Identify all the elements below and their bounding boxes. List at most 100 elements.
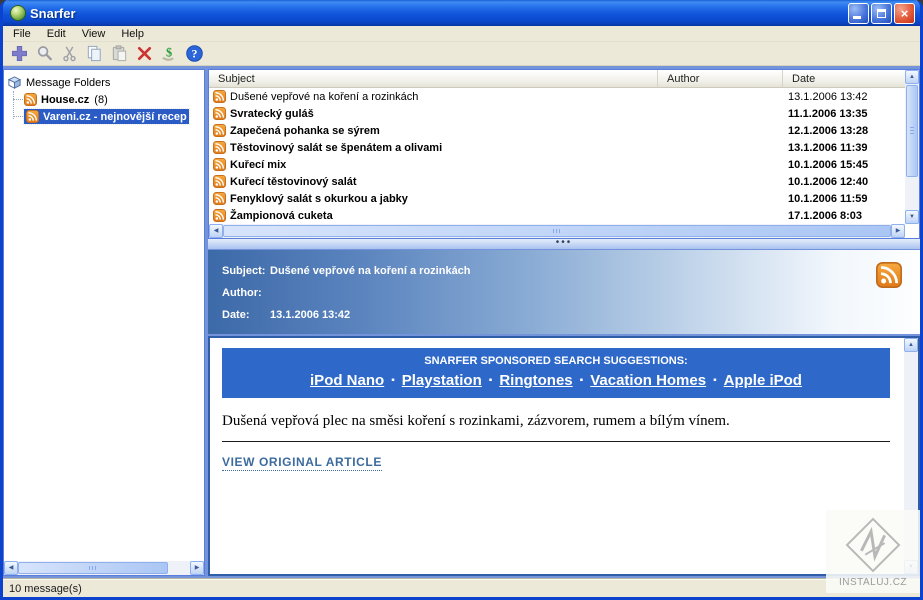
instaluj-diamond-icon [842, 514, 904, 576]
paste-icon[interactable] [108, 43, 130, 65]
column-header-date[interactable]: Date [783, 70, 905, 87]
donate-icon[interactable]: $ [158, 43, 180, 65]
folder-tree: Message Folders House.cz (8) Vareni.cz - n… [4, 70, 204, 561]
rss-item-icon [213, 107, 226, 120]
unread-count: (8) [94, 94, 107, 106]
sponsored-links: iPod Nano▪Playstation▪Ringtones▪Vacation… [226, 372, 886, 389]
close-button[interactable]: × [894, 3, 915, 24]
tree-root-message-folders[interactable]: Message Folders [4, 74, 204, 91]
sponsored-link-ringtones[interactable]: Ringtones [499, 372, 572, 389]
message-row[interactable]: Kuřecí mix 10.1.2006 15:45 [209, 156, 905, 173]
folders-box-icon [7, 75, 22, 90]
message-row[interactable]: Fenyklový salát s okurkou a jabky10.1.20… [209, 190, 905, 207]
window-title: Snarfer [30, 6, 848, 21]
sponsored-link-apple-ipod[interactable]: Apple iPod [724, 372, 802, 389]
column-header-author[interactable]: Author [658, 70, 783, 87]
workspace: Message Folders House.cz (8) Vareni.cz - n… [3, 66, 920, 579]
rss-item-icon [213, 90, 226, 103]
list-vertical-scrollbar[interactable]: ▲ ▼ [905, 70, 919, 224]
sidebar-item-house[interactable]: House.cz (8) [4, 91, 204, 108]
status-bar: 10 message(s) [3, 579, 920, 597]
rss-feed-icon [876, 262, 902, 288]
article-body: Dušená vepřová plec na směsi koření s ro… [222, 413, 890, 430]
title-bar[interactable]: Snarfer × [3, 0, 920, 26]
delete-icon[interactable] [133, 43, 155, 65]
link-separator-icon: ▪ [489, 375, 493, 386]
cut-icon[interactable] [58, 43, 80, 65]
article-content-pane: SNARFER SPONSORED SEARCH SUGGESTIONS: iP… [208, 336, 920, 576]
sidebar-item-vareni[interactable]: Vareni.cz - nejnovější recep [4, 108, 204, 125]
rss-item-icon [213, 175, 226, 188]
menu-item-help[interactable]: Help [113, 27, 152, 41]
menu-item-edit[interactable]: Edit [39, 27, 74, 41]
message-row[interactable]: Zapečená pohanka se sýrem12.1.2006 13:28 [209, 122, 905, 139]
scroll-down-icon[interactable]: ▼ [905, 210, 919, 224]
detail-date-label: Date: [222, 309, 270, 321]
add-feed-icon[interactable] [8, 43, 30, 65]
scrollbar-thumb[interactable] [18, 562, 168, 574]
menu-bar: FileEditViewHelp [3, 26, 920, 42]
detail-subject-value: Dušené vepřové na koření a rozinkách [270, 265, 471, 277]
maximize-button[interactable] [871, 3, 892, 24]
link-separator-icon: ▪ [580, 375, 584, 386]
message-date: 11.1.2006 13:35 [783, 108, 905, 120]
message-subject: Kuřecí mix [230, 159, 286, 171]
tree-horizontal-scrollbar[interactable]: ◀ ▶ [4, 561, 204, 575]
app-window: Snarfer × FileEditViewHelp $? Message Fo… [0, 0, 923, 600]
list-horizontal-scrollbar[interactable]: ◀ ▶ [209, 224, 905, 238]
scroll-right-icon[interactable]: ▶ [891, 224, 905, 238]
rss-item-icon [213, 124, 226, 137]
sponsored-banner: SNARFER SPONSORED SEARCH SUGGESTIONS: iP… [222, 348, 890, 398]
menu-item-file[interactable]: File [5, 27, 39, 41]
sponsored-link-vacation-homes[interactable]: Vacation Homes [590, 372, 706, 389]
rss-item-icon [213, 141, 226, 154]
message-subject: Těstovinový salát se špenátem a olivami [230, 142, 442, 154]
svg-text:$: $ [165, 45, 171, 59]
message-row[interactable]: Dušené vepřové na koření a rozinkách13.1… [209, 88, 905, 105]
scroll-up-icon[interactable]: ▲ [905, 70, 919, 84]
rss-item-icon [213, 158, 226, 171]
message-subject: Zapečená pohanka se sýrem [230, 125, 380, 137]
splitter-grip-icon: ••• [556, 241, 573, 245]
search-icon[interactable] [33, 43, 55, 65]
message-detail-header: Subject: Dušené vepřové na koření a rozi… [208, 250, 920, 334]
feed-label: Vareni.cz - nejnovější recep [43, 111, 187, 123]
minimize-button[interactable] [848, 3, 869, 24]
message-subject: Žampionová cuketa [230, 210, 333, 222]
scroll-right-icon[interactable]: ▶ [190, 561, 204, 575]
tree-root-label: Message Folders [26, 77, 110, 89]
scrollbar-thumb[interactable] [906, 85, 918, 177]
scroll-left-icon[interactable]: ◀ [209, 224, 223, 238]
sponsored-link-playstation[interactable]: Playstation [402, 372, 482, 389]
message-subject: Kuřecí těstovinový salát [230, 176, 357, 188]
help-icon[interactable]: ? [183, 43, 205, 65]
message-list-panel: Subject Author Date Dušené vepřové na ko… [208, 69, 920, 239]
message-date: 10.1.2006 12:40 [783, 176, 905, 188]
scroll-up-icon[interactable]: ▲ [904, 338, 918, 352]
scroll-left-icon[interactable]: ◀ [4, 561, 18, 575]
message-row[interactable]: Žampionová cuketa17.1.2006 8:03 [209, 207, 905, 224]
detail-author-label: Author: [222, 287, 270, 299]
message-row[interactable]: Svratecký guláš11.1.2006 13:35 [209, 105, 905, 122]
scrollbar-thumb[interactable] [223, 225, 891, 237]
column-header-subject[interactable]: Subject [209, 70, 658, 87]
rss-item-icon [213, 209, 226, 222]
copy-icon[interactable] [83, 43, 105, 65]
sponsored-title: SNARFER SPONSORED SEARCH SUGGESTIONS: [226, 355, 886, 367]
menu-item-view[interactable]: View [74, 27, 114, 41]
feed-label: House.cz [41, 94, 89, 106]
message-row[interactable]: Kuřecí těstovinový salát 10.1.2006 12:40 [209, 173, 905, 190]
view-original-article-link[interactable]: VIEW ORIGINAL ARTICLE [222, 455, 382, 471]
list-header: Subject Author Date [209, 70, 905, 88]
instaluj-watermark: INSTALUJ.CZ [826, 510, 920, 593]
message-subject: Dušené vepřové na koření a rozinkách [230, 91, 418, 103]
message-date: 10.1.2006 15:45 [783, 159, 905, 171]
app-icon [10, 5, 26, 21]
sponsored-link-ipod-nano[interactable]: iPod Nano [310, 372, 384, 389]
pane-splitter[interactable]: ••• [208, 239, 920, 249]
message-rows: Dušené vepřové na koření a rozinkách 13.1… [209, 88, 905, 224]
message-subject: Fenyklový salát s okurkou a jabky [230, 193, 408, 205]
message-row[interactable]: Těstovinový salát se špenátem a olivami 1… [209, 139, 905, 156]
message-date: 13.1.2006 11:39 [783, 142, 905, 154]
minimize-icon [853, 16, 861, 19]
